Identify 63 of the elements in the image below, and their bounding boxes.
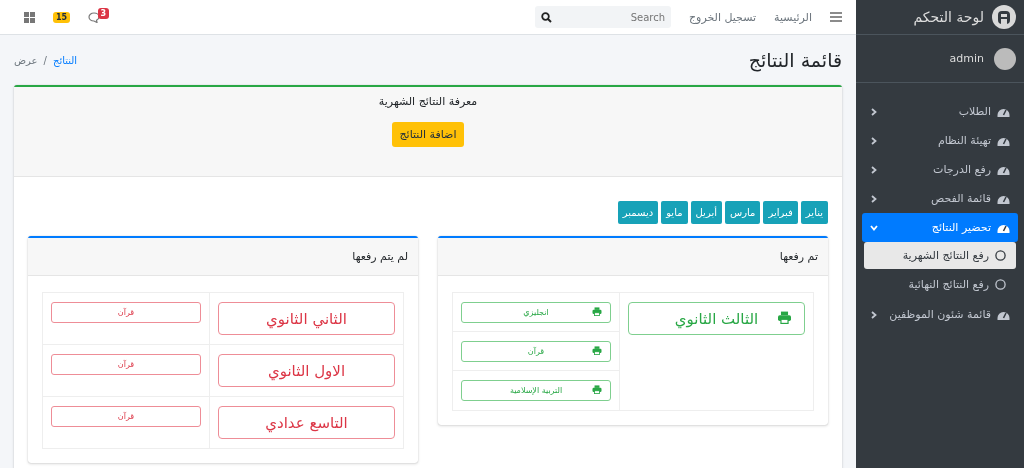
message-count-badge: 3 (97, 7, 110, 19)
grid-icon[interactable] (24, 11, 35, 23)
logo-icon (992, 5, 1016, 29)
printer-icon (592, 307, 602, 316)
grade-button[interactable]: الثاني الثانوي (218, 302, 395, 335)
sidebar-item[interactable]: قائمة شئون الموظفين (862, 300, 1018, 329)
notification-count-badge[interactable]: 15 (53, 11, 71, 23)
add-results-button[interactable]: اضافة النتائج (391, 122, 465, 147)
sidebar-item[interactable]: تهيئة النظام (862, 126, 1018, 155)
month-button[interactable]: فبراير (763, 201, 798, 224)
chevron-left-icon (870, 310, 878, 319)
month-button[interactable]: مايو (661, 201, 688, 224)
brand-title: لوحة التحكم (913, 9, 984, 25)
chevron-left-icon (870, 136, 878, 145)
gauge-icon (997, 164, 1010, 175)
sidebar-item[interactable]: قائمة الفحص (862, 184, 1018, 213)
nav-link[interactable]: تسجيل الخروج (689, 10, 757, 24)
avatar (994, 47, 1016, 70)
gauge-icon (997, 309, 1010, 320)
month-button[interactable]: يناير (800, 201, 828, 224)
gauge-icon (997, 222, 1010, 233)
search-icon[interactable] (541, 12, 552, 23)
chat-icon[interactable] (88, 11, 101, 23)
chevron-left-icon (870, 165, 878, 174)
user-name: admin (949, 52, 984, 65)
search-field[interactable]: Search (535, 6, 671, 28)
page-title: قائمة النتائج (748, 49, 842, 71)
chevron-left-icon (870, 107, 878, 116)
nav-link[interactable]: الرئيسية (774, 10, 812, 24)
subject-button[interactable]: قرآن (51, 302, 201, 323)
grade-button[interactable]: الثالث الثانوي (628, 302, 805, 335)
circle-icon (995, 250, 1006, 261)
grade-button[interactable]: التاسع عدادي (218, 406, 395, 439)
card-title: معرفة النتائج الشهرية (378, 95, 478, 108)
menu-icon[interactable] (830, 12, 842, 22)
month-button[interactable]: مارس (725, 201, 761, 224)
subject-button[interactable]: قرآن (51, 354, 201, 375)
panel-title: تم رفعها (779, 250, 818, 263)
sidebar-subitem[interactable]: رفع النتائج النهائية (864, 271, 1016, 298)
printer-icon (777, 311, 792, 324)
breadcrumb-link[interactable]: النتائج (52, 54, 78, 66)
breadcrumb-separator: / (43, 54, 47, 66)
gauge-icon (997, 193, 1010, 204)
subject-button[interactable]: قرآن (51, 406, 201, 427)
breadcrumb-text: عرض (14, 54, 38, 66)
circle-icon (995, 279, 1006, 290)
panel-title: لم يتم رفعها (352, 250, 408, 263)
printer-icon (592, 385, 602, 394)
month-button[interactable]: أبريل (690, 201, 722, 224)
printer-icon (592, 346, 602, 355)
chevron-down-icon (870, 223, 878, 232)
gauge-icon (997, 106, 1010, 117)
gauge-icon (997, 135, 1010, 146)
subject-button[interactable]: التربية الإسلامية (461, 380, 611, 401)
subject-button[interactable]: قرآن (461, 341, 611, 362)
month-button[interactable]: ديسمبر (617, 201, 659, 224)
sidebar-subitem[interactable]: رفع النتائج الشهرية (864, 242, 1016, 269)
chevron-left-icon (870, 194, 878, 203)
subject-button[interactable]: انجليزي (461, 302, 611, 323)
sidebar-item[interactable]: رفع الدرجات (862, 155, 1018, 184)
grade-button[interactable]: الاول الثانوي (218, 354, 395, 387)
sidebar-item[interactable]: الطلاب (862, 97, 1018, 126)
sidebar-item[interactable]: تحضير النتائج (862, 213, 1018, 242)
